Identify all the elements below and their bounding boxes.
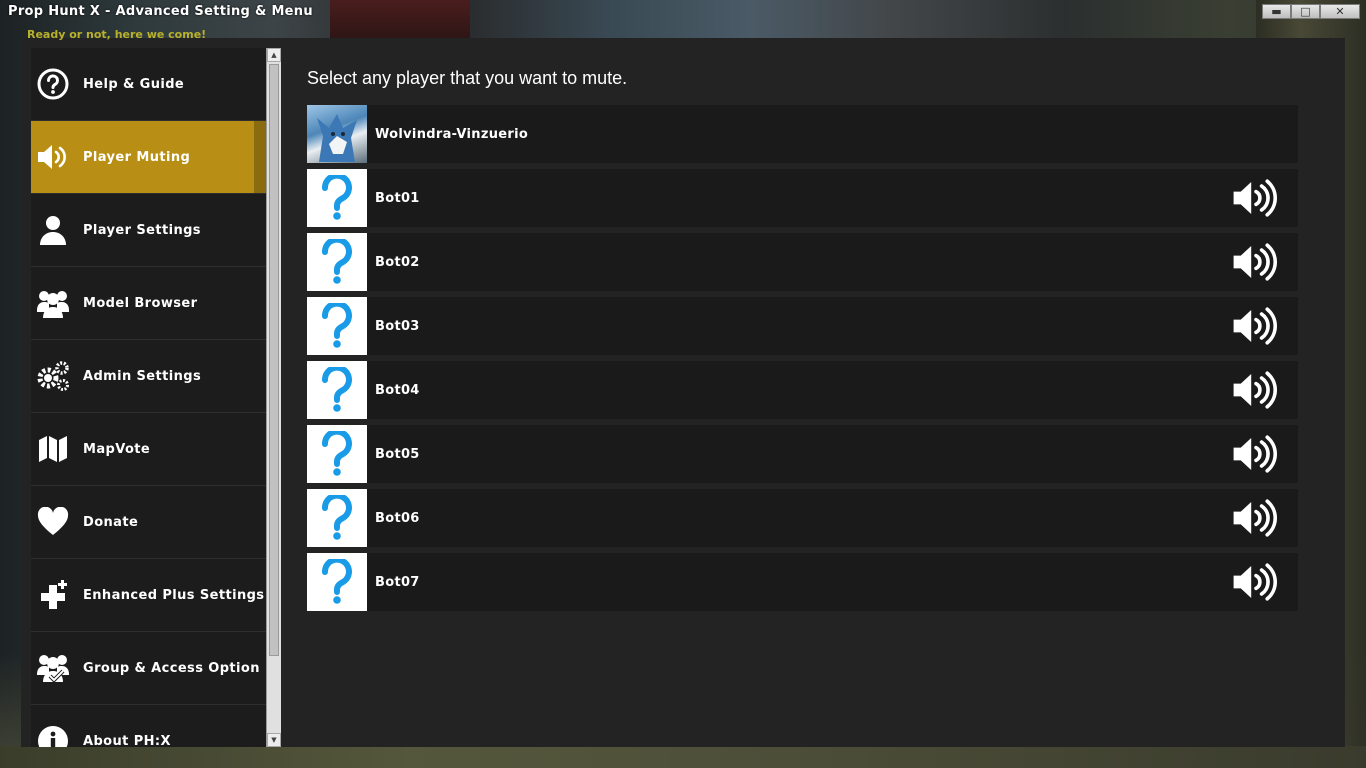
player-name: Wolvindra-Vinzuerio [375,126,529,142]
sidebar-item-player-settings[interactable]: Player Settings [31,194,266,267]
sidebar: Help & Guide Player Muting Player Settin… [31,48,266,747]
speaker-icon [1233,435,1278,473]
scroll-thumb[interactable] [269,64,279,656]
player-name: Bot07 [375,574,420,590]
unknown-avatar [307,233,367,291]
player-row: Bot02 [307,233,1298,291]
settings-window: Help & Guide Player Muting Player Settin… [21,38,1345,747]
player-name: Bot03 [375,318,420,334]
sidebar-item-label: Enhanced Plus Settings [83,587,265,603]
window-subtitle: Ready or not, here we come! [27,28,207,41]
main-content: Select any player that you want to mute.… [307,68,1298,617]
scroll-up-arrow[interactable]: ▲ [267,48,281,62]
speaker-icon [1233,371,1278,409]
unknown-avatar [307,361,367,419]
user-icon [35,212,71,248]
speaker-icon [1233,179,1278,217]
player-row: Bot04 [307,361,1298,419]
speaker-icon [1233,563,1278,601]
player-name: Bot05 [375,446,420,462]
player-name: Bot01 [375,190,420,206]
mute-toggle-button[interactable] [1232,238,1280,286]
sidebar-scrollbar[interactable]: ▲ ▼ [266,48,281,747]
player-name: Bot06 [375,510,420,526]
page-title: Select any player that you want to mute. [307,68,628,88]
avatar [307,105,367,163]
users-icon [35,285,71,321]
mute-toggle-button[interactable] [1232,430,1280,478]
mute-toggle-button[interactable] [1232,302,1280,350]
sidebar-item-player-muting[interactable]: Player Muting [31,121,266,194]
minimize-button[interactable]: ▬ [1262,4,1291,19]
player-name: Bot04 [375,382,420,398]
maximize-button[interactable]: □ [1291,4,1320,19]
gears-icon [35,358,71,394]
mute-toggle-button[interactable] [1232,558,1280,606]
speaker-icon [1233,307,1278,345]
player-row: Bot03 [307,297,1298,355]
player-row: Bot07 [307,553,1298,611]
speaker-icon [1233,243,1278,281]
unknown-avatar [307,553,367,611]
sidebar-item-label: Donate [83,514,139,530]
sidebar-item-label: Model Browser [83,295,198,311]
info-icon [35,723,71,747]
sidebar-item-help-guide[interactable]: Help & Guide [31,48,266,121]
sidebar-item-label: Group & Access Option [83,660,260,676]
sidebar-item-about[interactable]: About PH:X [31,705,266,747]
speaker-icon [1233,499,1278,537]
map-icon [35,431,71,467]
sidebar-item-label: About PH:X [83,733,171,748]
speaker-icon [35,139,71,175]
sidebar-item-admin-settings[interactable]: Admin Settings [31,340,266,413]
window-controls: ▬ □ ✕ [1262,4,1360,19]
player-row: Bot01 [307,169,1298,227]
scroll-down-arrow[interactable]: ▼ [267,733,281,747]
player-row: Wolvindra-Vinzuerio [307,105,1298,163]
help-icon [35,66,71,102]
title-bar: Prop Hunt X - Advanced Setting & Menu ▬ … [0,0,1366,26]
unknown-avatar [307,489,367,547]
player-row: Bot06 [307,489,1298,547]
unknown-avatar [307,169,367,227]
group-access-icon [35,650,71,686]
sidebar-item-label: Admin Settings [83,368,202,384]
sidebar-item-label: Player Muting [83,149,191,165]
window-title: Prop Hunt X - Advanced Setting & Menu [8,4,313,19]
mute-toggle-button[interactable] [1232,494,1280,542]
sidebar-item-label: Help & Guide [83,76,185,92]
close-button[interactable]: ✕ [1320,4,1360,19]
sidebar-item-mapvote[interactable]: MapVote [31,413,266,486]
sidebar-item-enhanced-plus[interactable]: Enhanced Plus Settings [31,559,266,632]
unknown-avatar [307,425,367,483]
player-row: Bot05 [307,425,1298,483]
sidebar-item-label: MapVote [83,441,151,457]
unknown-avatar [307,297,367,355]
sidebar-item-model-browser[interactable]: Model Browser [31,267,266,340]
mute-toggle-button[interactable] [1232,366,1280,414]
player-name: Bot02 [375,254,420,270]
background-floor [0,746,1366,768]
sidebar-item-donate[interactable]: Donate [31,486,266,559]
sidebar-item-label: Player Settings [83,222,201,238]
heart-icon [35,504,71,540]
sidebar-item-group-access[interactable]: Group & Access Option [31,632,266,705]
plus-icon [35,577,71,613]
mute-toggle-button[interactable] [1232,174,1280,222]
